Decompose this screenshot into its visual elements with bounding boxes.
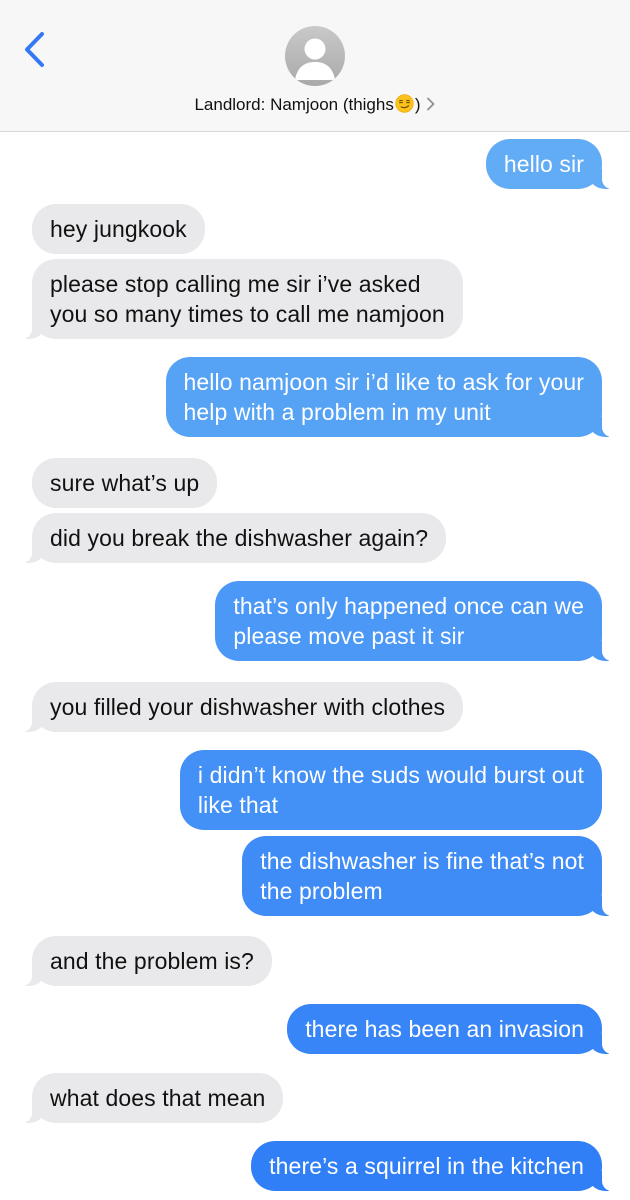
message-bubble-received[interactable]: you filled your dishwasher with clothes — [5, 682, 464, 732]
message-bubble-received[interactable]: did you break the dishwasher again? — [5, 513, 447, 563]
message-text: that’s only happened once can we please … — [233, 593, 584, 649]
back-button[interactable] — [18, 28, 58, 72]
message-text: there’s a squirrel in the kitchen — [269, 1153, 584, 1179]
conversation-header: Landlord: Namjoon (thighs ) — [0, 0, 630, 132]
message-text: the dishwasher is fine that’s not the pr… — [260, 848, 584, 904]
contact-name[interactable]: Landlord: Namjoon (thighs ) — [0, 92, 630, 118]
message-bubble-received[interactable]: and the problem is? — [6, 936, 272, 986]
message-bubble-received[interactable]: sure what’s up — [32, 458, 218, 508]
message-text: did you break the dishwasher again? — [50, 525, 429, 551]
message-bubble-received[interactable]: hey jungkook — [32, 204, 205, 254]
message-text: there has been an invasion — [305, 1016, 584, 1042]
message-text: hello namjoon sir i’d like to ask for yo… — [183, 369, 584, 425]
message-text: hello sir — [503, 151, 584, 177]
contact-name-text: Landlord: Namjoon (thighs — [194, 95, 394, 114]
message-text: i didn’t know the suds would burst out l… — [197, 762, 584, 818]
message-text: and the problem is? — [50, 948, 254, 974]
person-silhouette-icon — [295, 38, 335, 80]
message-text: hey jungkook — [50, 216, 187, 242]
message-bubble-sent[interactable]: there’s a squirrel in the kitchen — [251, 1141, 628, 1191]
message-text: please stop calling me sir i’ve asked yo… — [50, 271, 445, 327]
message-text: sure what’s up — [50, 470, 200, 496]
message-text: you filled your dishwasher with clothes — [50, 694, 446, 720]
message-bubble-received[interactable]: please stop calling me sir i’ve asked yo… — [6, 259, 463, 339]
chevron-right-icon — [426, 97, 434, 111]
contact-name-suffix: ) — [414, 95, 421, 114]
message-bubble-sent[interactable]: i didn’t know the suds would burst out l… — [179, 750, 602, 830]
smirking-face-emoji-icon — [395, 94, 414, 113]
message-bubble-sent[interactable]: hello sir — [485, 139, 629, 189]
messages-screen: Landlord: Namjoon (thighs ) hello sir he… — [0, 0, 630, 1200]
message-bubble-sent[interactable]: that’s only happened once can we please … — [215, 581, 628, 661]
message-bubble-sent[interactable]: there has been an invasion — [287, 1004, 628, 1054]
message-bubble-sent[interactable]: the dishwasher is fine that’s not the pr… — [242, 836, 628, 916]
message-text: what does that mean — [50, 1085, 266, 1111]
chevron-left-icon — [25, 32, 44, 67]
message-bubble-received[interactable]: what does that mean — [5, 1073, 284, 1123]
message-thread[interactable]: hello sir hey jungkook please stop calli… — [0, 131, 630, 1200]
message-bubble-sent[interactable]: hello namjoon sir i’d like to ask for yo… — [165, 357, 628, 437]
contact-avatar[interactable] — [285, 26, 345, 86]
